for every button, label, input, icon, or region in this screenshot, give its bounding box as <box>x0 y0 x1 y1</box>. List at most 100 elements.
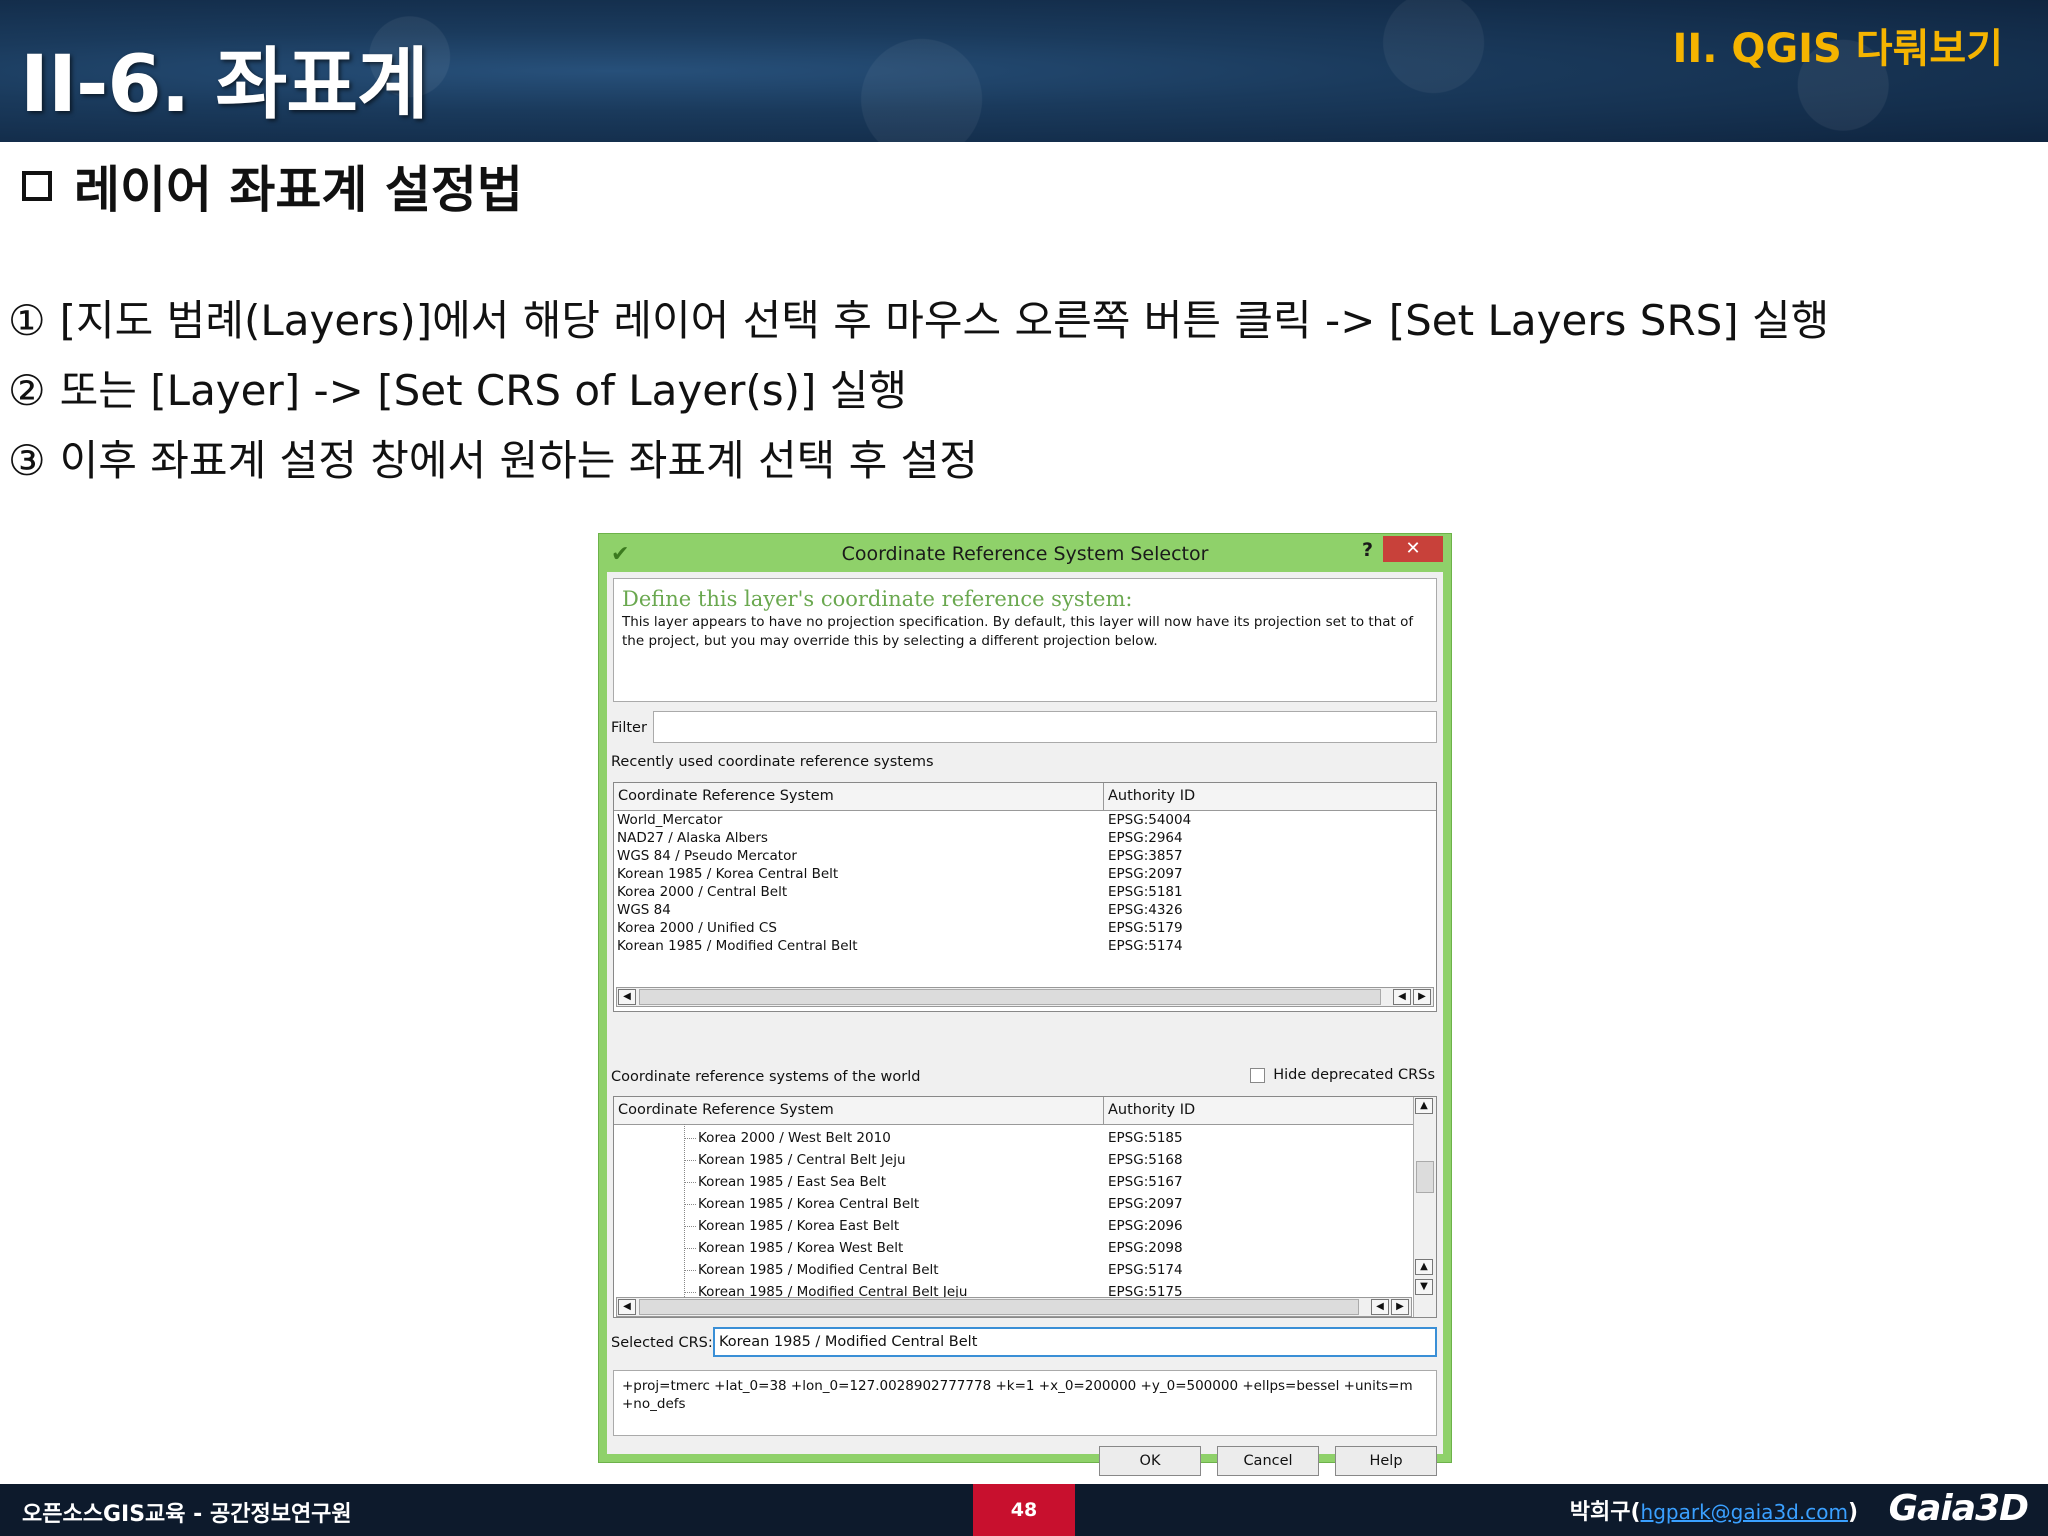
footer-org: 오픈소스GIS교육 - 공간정보연구원 <box>22 1502 352 1527</box>
table-row[interactable]: Korean 1985 / Korea Central Belt EPSG:209… <box>614 865 1436 883</box>
subtitle: 레이어 좌표계 설정법 <box>22 150 523 222</box>
slide-title: II-6. 좌표계 <box>20 40 429 130</box>
authority-id-cell: EPSG:5179 <box>1108 920 1183 936</box>
scroll-left-icon[interactable]: ◀ <box>618 1299 636 1315</box>
step-item: ③ 이후 좌표계 설정 창에서 원하는 좌표계 선택 후 설정 <box>8 430 1829 500</box>
author-email-link[interactable]: hgpark@gaia3d.com <box>1641 1500 1848 1524</box>
scroll-up-icon[interactable]: ▲ <box>1415 1259 1433 1275</box>
crs-name-cell: Korea 2000 / Central Belt <box>617 884 788 900</box>
table-row[interactable]: Korean 1985 / Modified Central Belt EPSG:… <box>614 937 1436 955</box>
table-row[interactable]: Korean 1985 / Korea West Belt EPSG:2098 <box>614 1237 1436 1259</box>
authority-id-cell: EPSG:2964 <box>1108 830 1183 846</box>
hide-deprecated-option[interactable]: Hide deprecated CRSs <box>1250 1067 1435 1083</box>
tree-branch-tick <box>684 1160 696 1161</box>
scrollbar-thumb[interactable] <box>1416 1161 1434 1193</box>
description-heading: Define this layer's coordinate reference… <box>622 587 1133 611</box>
crs-name-cell: Korean 1985 / Korea Central Belt <box>698 1196 920 1212</box>
table-row[interactable]: NAD27 / Alaska Albers EPSG:2964 <box>614 829 1436 847</box>
scroll-left-icon[interactable]: ◀ <box>1393 989 1411 1005</box>
column-header-crs[interactable]: Coordinate Reference System <box>614 1097 1104 1124</box>
recent-crs-table: Coordinate Reference System Authority ID… <box>613 782 1437 1012</box>
table-header: Coordinate Reference System Authority ID <box>614 783 1436 811</box>
tree-branch-tick <box>684 1182 696 1183</box>
selected-crs-field[interactable]: Korean 1985 / Modified Central Belt <box>713 1327 1437 1357</box>
tree-branch-tick <box>684 1270 696 1271</box>
scroll-up-icon[interactable]: ▲ <box>1415 1098 1433 1114</box>
hide-deprecated-checkbox[interactable] <box>1250 1067 1266 1083</box>
scroll-right-icon[interactable]: ▶ <box>1391 1299 1409 1315</box>
crs-name-cell: Korean 1985 / Modified Central Belt <box>698 1262 939 1278</box>
step-text: 또는 [Layer] -> [Set CRS of Layer(s)] 실행 <box>59 366 908 415</box>
authority-id-cell: EPSG:5167 <box>1108 1174 1183 1190</box>
table-row[interactable]: Korean 1985 / Korea Central Belt EPSG:209… <box>614 1193 1436 1215</box>
crs-name-cell: Korean 1985 / Central Belt Jeju <box>698 1152 906 1168</box>
proj-string-box: +proj=tmerc +lat_0=38 +lon_0=127.0028902… <box>613 1370 1437 1436</box>
scroll-left-icon[interactable]: ◀ <box>1371 1299 1389 1315</box>
authority-id-cell: EPSG:4326 <box>1108 902 1183 918</box>
step-item: ② 또는 [Layer] -> [Set CRS of Layer(s)] 실행 <box>8 360 1829 430</box>
table-header: Coordinate Reference System Authority ID <box>614 1097 1414 1125</box>
table-row[interactable]: Korea 2000 / West Belt 2010 EPSG:5185 <box>614 1127 1436 1149</box>
scrollbar-thumb[interactable] <box>639 1299 1359 1315</box>
world-crs-label: Coordinate reference systems of the worl… <box>611 1069 921 1085</box>
scroll-down-icon[interactable]: ▼ <box>1415 1279 1433 1295</box>
crs-name-cell: World_Mercator <box>617 812 723 828</box>
horizontal-scrollbar[interactable]: ◀ ◀ ▶ <box>616 1297 1412 1317</box>
table-row[interactable]: Korean 1985 / Central Belt Jeju EPSG:5168 <box>614 1149 1436 1171</box>
authority-id-cell: EPSG:54004 <box>1108 812 1192 828</box>
authority-id-cell: EPSG:5181 <box>1108 884 1183 900</box>
table-row[interactable]: WGS 84 EPSG:4326 <box>614 901 1436 919</box>
step-number: ② <box>8 366 46 415</box>
table-row[interactable]: Korea 2000 / Unified CS EPSG:5179 <box>614 919 1436 937</box>
tree-branch-tick <box>684 1292 696 1293</box>
crs-name-cell: WGS 84 / Pseudo Mercator <box>617 848 797 864</box>
table-row[interactable]: Korea 2000 / Central Belt EPSG:5181 <box>614 883 1436 901</box>
step-text: 이후 좌표계 설정 창에서 원하는 좌표계 선택 후 설정 <box>59 436 978 485</box>
column-header-crs[interactable]: Coordinate Reference System <box>614 783 1104 810</box>
help-icon[interactable]: ? <box>1362 539 1373 561</box>
tree-branch-tick <box>684 1138 696 1139</box>
table-row[interactable]: World_Mercator EPSG:54004 <box>614 811 1436 829</box>
crs-name-cell: Korea 2000 / Unified CS <box>617 920 777 936</box>
description-text: This layer appears to have no projection… <box>622 614 1414 649</box>
scroll-right-icon[interactable]: ▶ <box>1413 989 1431 1005</box>
step-text: [지도 범례(Layers)]에서 해당 레이어 선택 후 마우스 오른쪽 버튼… <box>59 296 1830 345</box>
column-header-authority[interactable]: Authority ID <box>1104 783 1436 810</box>
ok-button[interactable]: OK <box>1099 1446 1201 1476</box>
help-button[interactable]: Help <box>1335 1446 1437 1476</box>
authority-id-cell: EPSG:2096 <box>1108 1218 1183 1234</box>
dialog-titlebar[interactable]: ✔ Coordinate Reference System Selector ?… <box>599 534 1451 572</box>
subtitle-text: 레이어 좌표계 설정법 <box>74 161 523 219</box>
crs-selector-dialog: ✔ Coordinate Reference System Selector ?… <box>598 533 1452 1476</box>
authority-id-cell: EPSG:2097 <box>1108 866 1183 882</box>
crs-name-cell: Korean 1985 / East Sea Belt <box>698 1174 887 1190</box>
table-row[interactable]: Korean 1985 / Modified Central Belt EPSG:… <box>614 1259 1436 1281</box>
filter-input[interactable] <box>653 711 1437 743</box>
vertical-scrollbar[interactable]: ▲ ▲ ▼ <box>1413 1097 1436 1317</box>
footer-author: 박희구(hgpark@gaia3d.com) <box>1570 1494 1858 1526</box>
authority-id-cell: EPSG:5174 <box>1108 938 1183 954</box>
authority-id-cell: EPSG:2097 <box>1108 1196 1183 1212</box>
crs-name-cell: Korean 1985 / Korea Central Belt <box>617 866 839 882</box>
world-crs-table: Coordinate Reference System Authority ID… <box>613 1096 1437 1318</box>
scroll-left-icon[interactable]: ◀ <box>618 989 636 1005</box>
crs-name-cell: Korean 1985 / Korea East Belt <box>698 1218 900 1234</box>
step-number: ③ <box>8 436 46 485</box>
authority-id-cell: EPSG:3857 <box>1108 848 1183 864</box>
section-tag: II. QGIS 다뤄보기 <box>1672 26 2003 72</box>
column-header-authority[interactable]: Authority ID <box>1104 1097 1414 1124</box>
step-item: ① [지도 범례(Layers)]에서 해당 레이어 선택 후 마우스 오른쪽 버… <box>8 290 1829 360</box>
scrollbar-thumb[interactable] <box>639 989 1381 1005</box>
step-number: ① <box>8 296 46 345</box>
table-row[interactable]: Korean 1985 / East Sea Belt EPSG:5167 <box>614 1171 1436 1193</box>
crs-name-cell: Korean 1985 / Korea West Belt <box>698 1240 904 1256</box>
close-button[interactable]: ✕ <box>1383 536 1443 562</box>
horizontal-scrollbar[interactable]: ◀ ◀ ▶ <box>616 987 1434 1007</box>
filter-row: Filter <box>611 711 1437 745</box>
page-number: 48 <box>973 1484 1075 1536</box>
authority-id-cell: EPSG:5168 <box>1108 1152 1183 1168</box>
table-row[interactable]: WGS 84 / Pseudo Mercator EPSG:3857 <box>614 847 1436 865</box>
footer: 오픈소스GIS교육 - 공간정보연구원 48 박희구(hgpark@gaia3d… <box>0 1484 2048 1536</box>
cancel-button[interactable]: Cancel <box>1217 1446 1319 1476</box>
table-row[interactable]: Korean 1985 / Korea East Belt EPSG:2096 <box>614 1215 1436 1237</box>
